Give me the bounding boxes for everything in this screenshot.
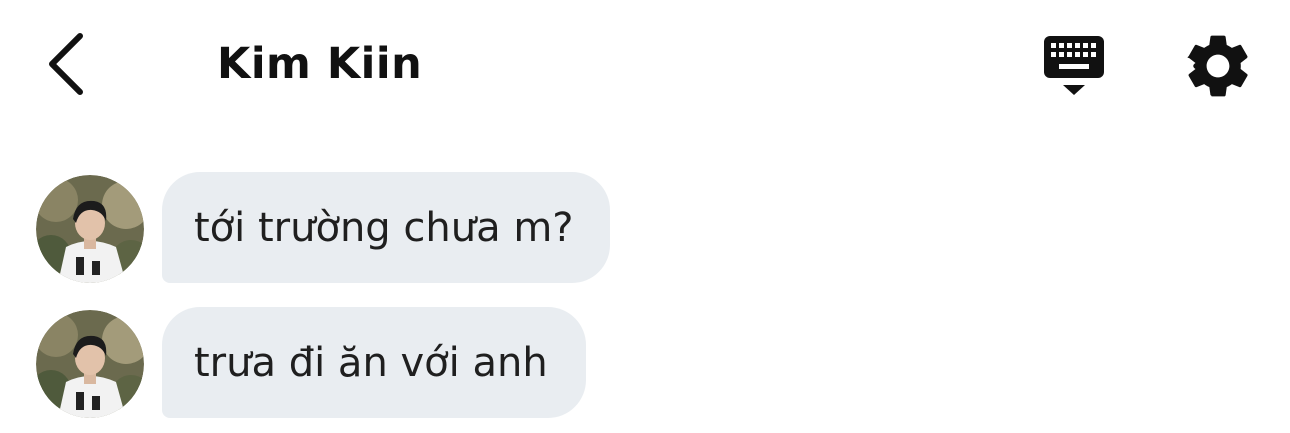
message-row: tới trường chưa m? xyxy=(36,172,636,283)
avatar[interactable] xyxy=(36,175,144,283)
message-bubble[interactable]: trưa đi ăn với anh xyxy=(162,307,586,418)
settings-button[interactable] xyxy=(1180,28,1256,104)
back-button[interactable] xyxy=(36,24,100,104)
chevron-left-icon xyxy=(49,33,83,95)
avatar[interactable] xyxy=(36,310,144,418)
conversation-title: Kim Kiin xyxy=(217,39,423,89)
avatar-photo xyxy=(36,175,144,283)
message-bubble[interactable]: tới trường chưa m? xyxy=(162,172,610,283)
chat-screen: Kim Kiin tới trường chưa m? trưa đi ăn v… xyxy=(0,0,1290,433)
keyboard-hide-icon xyxy=(1044,36,1104,95)
gear-icon xyxy=(1187,35,1248,97)
message-row: trưa đi ăn với anh xyxy=(36,307,636,418)
avatar-photo xyxy=(36,310,144,418)
keyboard-toggle-button[interactable] xyxy=(1034,28,1114,104)
